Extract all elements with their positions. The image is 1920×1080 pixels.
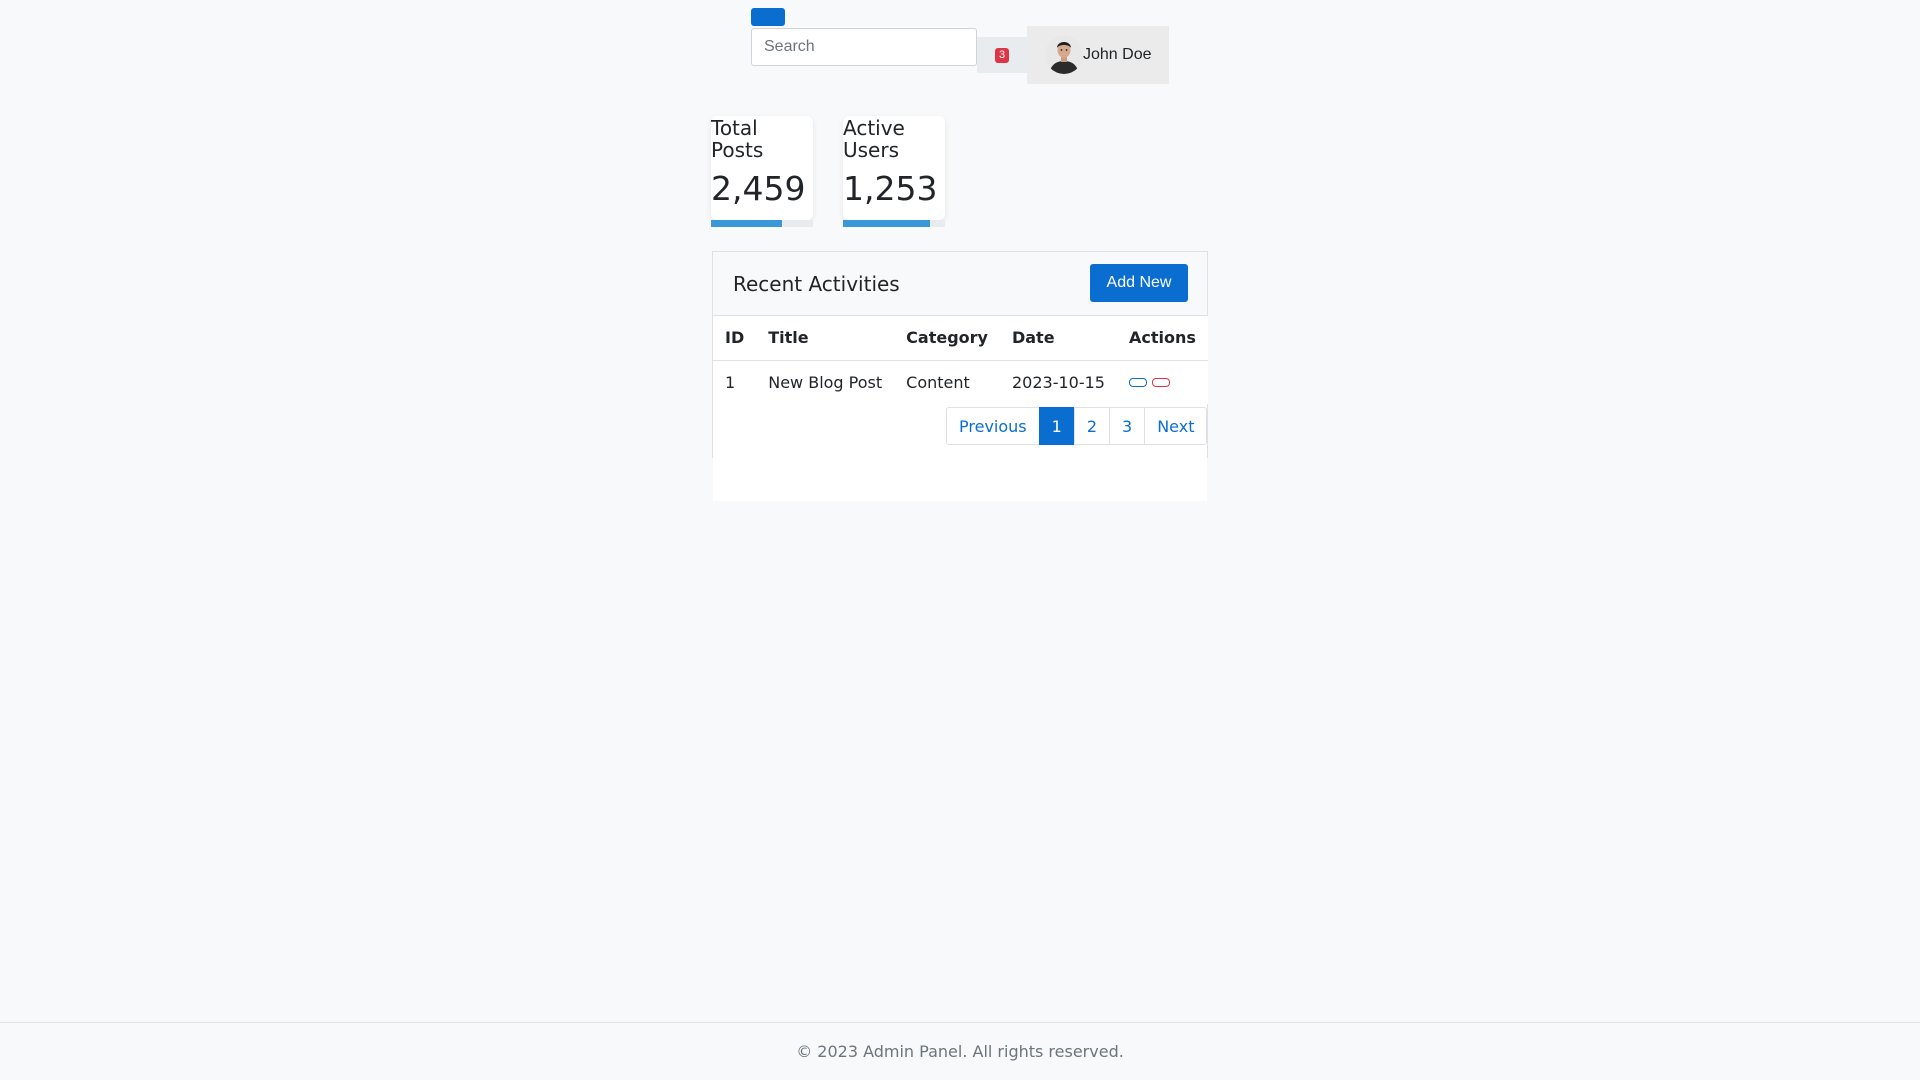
progress-bar [843,220,945,227]
cell-id: 1 [725,372,736,392]
stat-value: 2,459 [711,169,806,208]
pagination: Previous 1 2 3 Next [946,407,1208,445]
user-name: John Doe [1083,46,1152,63]
pagination-page-1[interactable]: 1 [1038,407,1075,445]
pagination-page-2[interactable]: 2 [1073,407,1110,445]
column-header-date: Date [999,316,1117,361]
column-header-id: ID [713,316,757,361]
avatar [1045,36,1083,74]
add-new-button[interactable]: Add New [1090,264,1188,302]
card-title: Recent Activities [733,272,900,296]
delete-button[interactable] [1151,377,1170,387]
stat-label: Total Posts [711,116,764,162]
stat-card-total-posts: Total Posts 2,459 [711,116,813,227]
progress-bar-fill [843,220,930,227]
notification-count-badge: 3 [994,47,1010,63]
column-header-category: Category [894,316,1000,361]
pagination-previous[interactable]: Previous [946,407,1040,445]
table-header-row: ID Title Category Date Actions [713,316,1208,361]
menu-toggle-button[interactable] [751,8,785,26]
cell-category: Content [906,372,970,392]
search-input[interactable] [751,28,977,66]
edit-button[interactable] [1128,377,1147,387]
progress-bar-fill [711,220,783,227]
progress-bar [711,220,813,227]
user-menu[interactable]: John Doe [1027,26,1169,84]
table-footer: Previous 1 2 3 Next [713,404,1208,501]
card-header: Recent Activities Add New [713,252,1207,316]
cell-actions [1117,360,1208,404]
copyright-text: © 2023 Admin Panel. All rights reserved. [796,1042,1124,1061]
column-header-title: Title [756,316,895,361]
stat-label: Active Users [843,116,905,162]
stat-card-active-users: Active Users 1,253 [843,116,945,227]
stat-value: 1,253 [843,169,938,208]
recent-activities-card: Recent Activities Add New ID Title Categ… [712,251,1208,501]
cell-title: New Blog Post [768,372,883,392]
pagination-page-3[interactable]: 3 [1109,407,1146,445]
activities-table: ID Title Category Date Actions 1 New Blo… [713,316,1208,404]
page-footer: © 2023 Admin Panel. All rights reserved. [0,1022,1920,1080]
cell-date: 2023-10-15 [1011,372,1105,392]
column-header-actions: Actions [1116,316,1208,361]
notifications-button[interactable]: 3 [977,37,1027,73]
pagination-next[interactable]: Next [1144,407,1208,445]
table-row: 1 New Blog Post Content 2023-10-15 [713,360,1208,404]
